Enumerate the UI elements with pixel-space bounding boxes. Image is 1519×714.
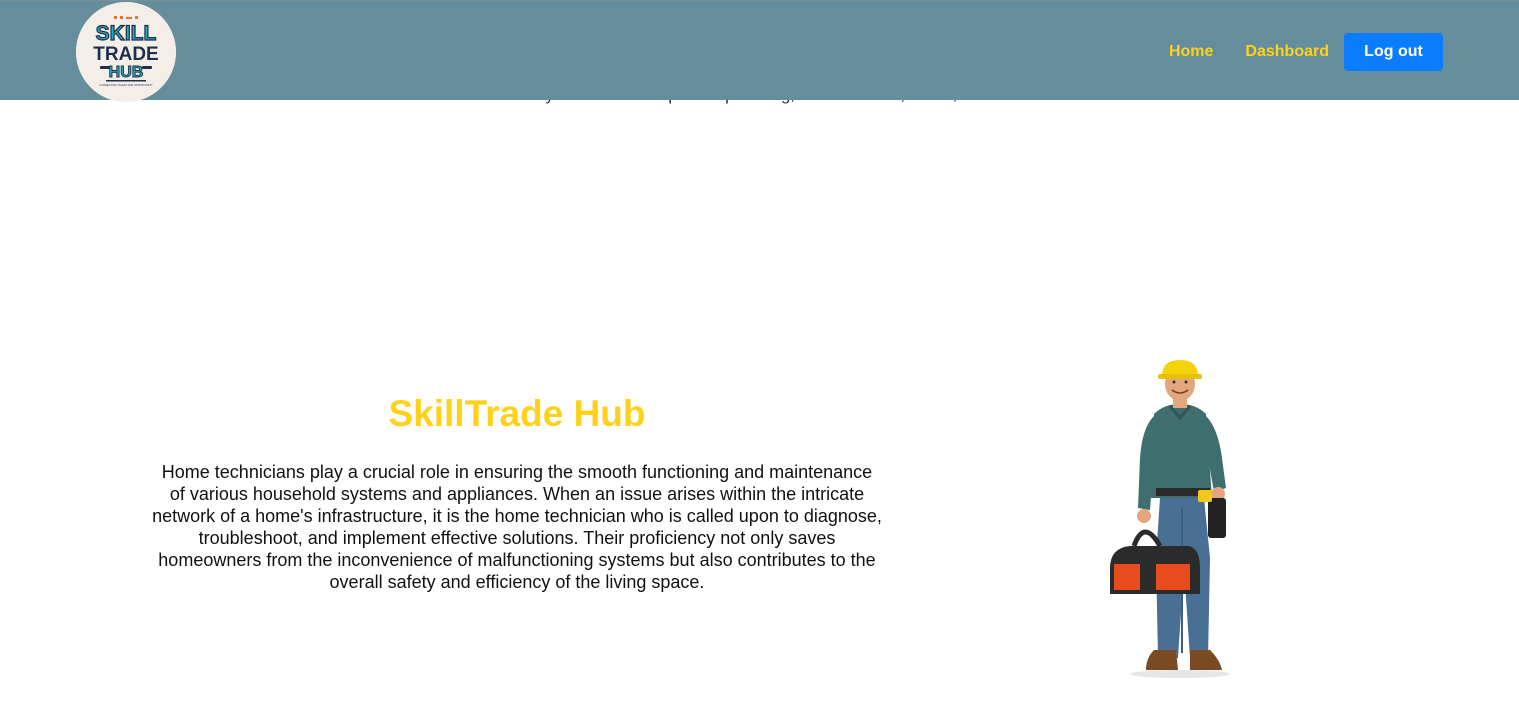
nav-home-link[interactable]: Home xyxy=(1169,43,1213,61)
hero-title: SkillTrade Hub xyxy=(388,393,646,434)
page: Efficiently connect with experts in plum… xyxy=(0,0,1519,714)
top-navbar: SKILL TRADE HUB CONNECTING TALENT AND OP… xyxy=(0,0,1519,102)
logo-line3: HUB xyxy=(109,64,144,81)
logo-line2: TRADE xyxy=(93,44,158,65)
hero-description: Home technicians play a crucial role in … xyxy=(152,462,882,592)
logo-tagline: CONNECTING TALENT AND OPPORTUNITY xyxy=(99,83,153,87)
logo-line1: SKILL xyxy=(96,22,157,45)
nav-dashboard-link[interactable]: Dashboard xyxy=(1245,43,1329,61)
technician-illustration-icon xyxy=(1110,360,1230,678)
site-logo[interactable]: SKILL TRADE HUB CONNECTING TALENT AND OP… xyxy=(76,2,176,102)
logo-badge-icon: SKILL TRADE HUB CONNECTING TALENT AND OP… xyxy=(76,2,176,102)
technician-image xyxy=(1100,358,1250,680)
main-nav: Home Dashboard Log out xyxy=(1169,33,1443,71)
logout-button[interactable]: Log out xyxy=(1344,33,1443,71)
